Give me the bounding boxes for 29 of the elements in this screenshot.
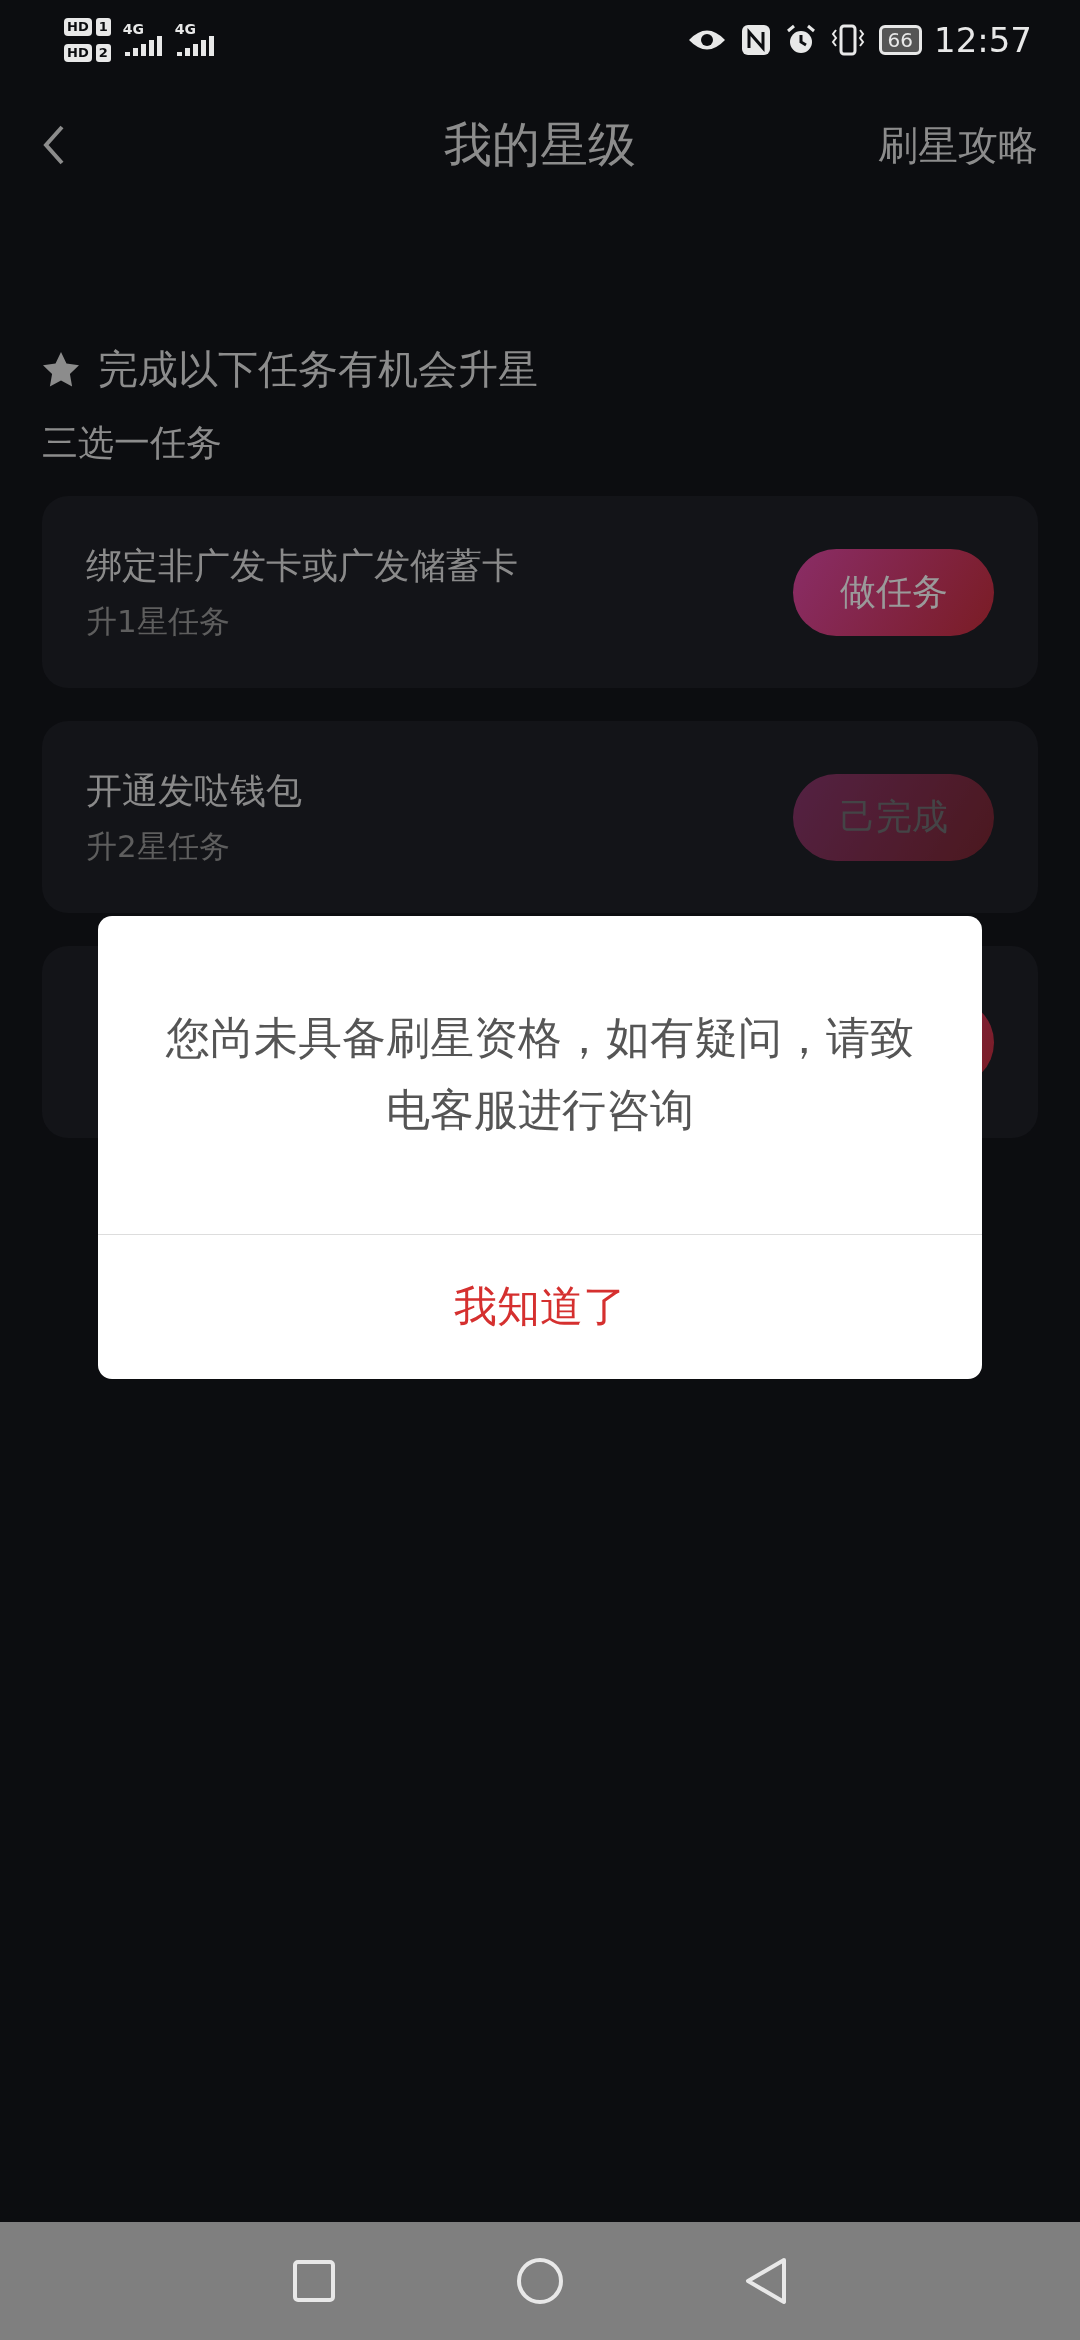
star-icon xyxy=(42,351,80,388)
task-title: 开通发哒钱包 xyxy=(86,768,302,813)
signal-icon xyxy=(122,36,165,58)
section-title: 完成以下任务有机会升星 xyxy=(98,345,538,394)
network-type: 4G xyxy=(122,22,145,36)
home-icon[interactable] xyxy=(516,2257,564,2305)
battery-level: 66 xyxy=(878,25,922,55)
task-button[interactable]: 做任务 xyxy=(793,548,994,636)
clock-time: 12:57 xyxy=(934,20,1032,60)
back-icon[interactable] xyxy=(42,124,66,166)
nfc-icon xyxy=(740,24,771,56)
back-nav-icon[interactable] xyxy=(744,2257,788,2305)
dialog-message: 您尚未具备刷星资格，如有疑问，请致电客服进行咨询 xyxy=(98,916,982,1235)
star-guide-link[interactable]: 刷星攻略 xyxy=(878,117,1038,173)
recent-apps-icon[interactable] xyxy=(292,2259,336,2303)
section-subtitle: 三选一任务 xyxy=(42,421,223,465)
confirm-button[interactable]: 我知道了 xyxy=(98,1235,982,1379)
sim-slot-badge: 1 xyxy=(95,18,111,36)
sim-slot-badge: 2 xyxy=(95,44,111,62)
vibrate-icon xyxy=(830,24,865,56)
task-title: 绑定非广发卡或广发储蓄卡 xyxy=(86,543,518,588)
hd-badge: HD xyxy=(64,18,92,36)
network-type: 4G xyxy=(174,22,197,36)
hd-badge: HD xyxy=(64,44,92,62)
task-level: 升1星任务 xyxy=(86,601,231,641)
page-title: 我的星级 xyxy=(444,115,636,174)
signal-icon xyxy=(174,36,217,58)
alarm-icon xyxy=(784,24,817,56)
task-level: 升2星任务 xyxy=(86,826,231,866)
